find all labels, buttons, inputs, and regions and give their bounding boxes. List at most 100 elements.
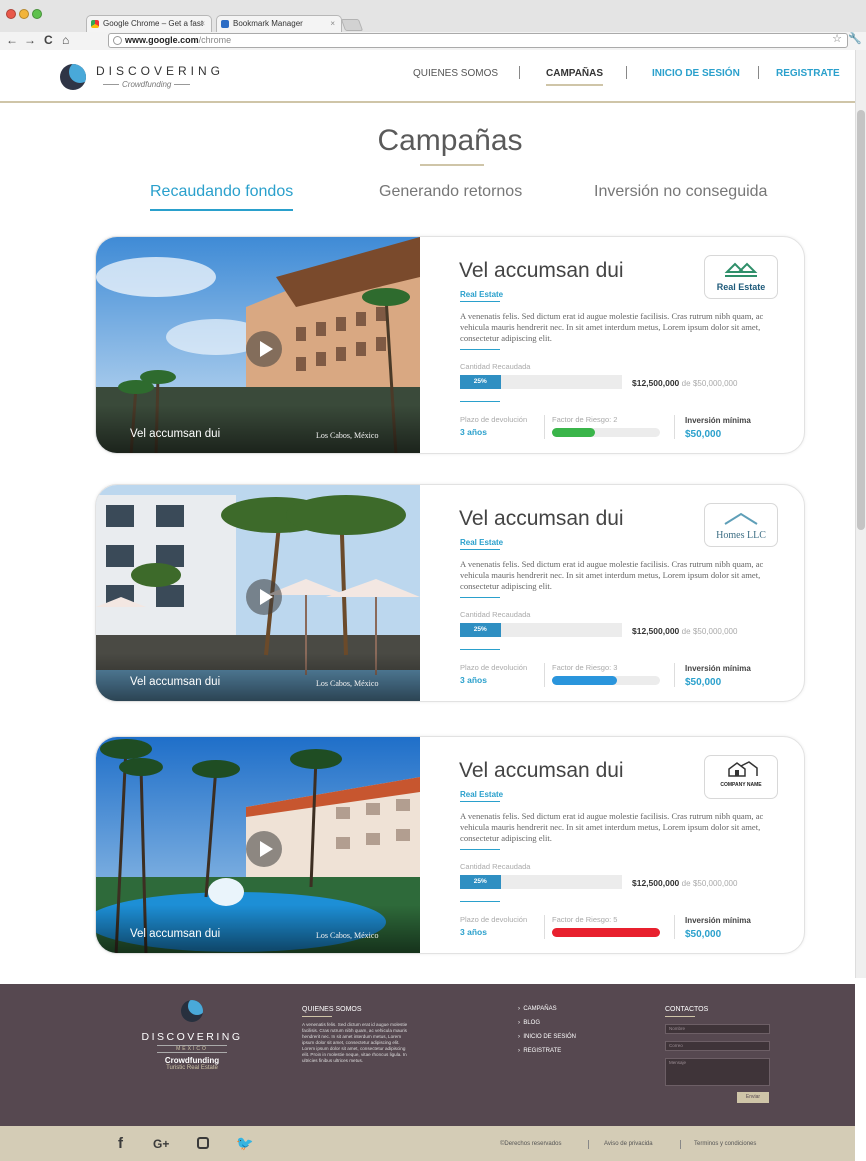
footer-link-blog[interactable]: › BLOG — [518, 1020, 540, 1026]
footer-link-login[interactable]: › INICIO DE SESIÓN — [518, 1034, 576, 1040]
bookmark-star-icon[interactable]: ☆ — [832, 32, 842, 45]
footer-link-label: REGISTRATE — [523, 1048, 562, 1054]
contact-email-field[interactable]: Correo — [665, 1041, 770, 1051]
send-button[interactable]: Enviar — [737, 1092, 769, 1103]
close-tab-icon[interactable]: × — [200, 19, 205, 28]
nav-about[interactable]: QUIENES SOMOS — [413, 68, 498, 79]
company-logo: Real Estate — [704, 255, 778, 299]
site-footer: DISCOVERING MÉXICO Crowdfunding Turistic… — [0, 984, 855, 1126]
close-window-button[interactable] — [6, 9, 16, 19]
divider — [544, 915, 545, 939]
play-video-icon[interactable] — [246, 831, 282, 867]
footer-privacy-link[interactable]: Aviso de privacida — [604, 1141, 653, 1147]
twitter-icon[interactable]: 🐦 — [236, 1135, 253, 1152]
campaign-title[interactable]: Vel accumsan dui — [459, 507, 624, 531]
min-investment-value: $50,000 — [685, 429, 722, 440]
company-logo-text: Real Estate — [716, 282, 766, 292]
risk-bar-fill — [552, 928, 660, 937]
term-value: 3 años — [460, 427, 487, 437]
campaign-category: Real Estate — [460, 538, 504, 547]
nav-register[interactable]: REGISTRATE — [776, 68, 840, 79]
campaign-image[interactable]: Vel accumsan dui Los Cabos, México — [96, 737, 420, 953]
instagram-icon[interactable] — [197, 1137, 209, 1149]
house-logo-icon — [724, 262, 758, 277]
browser-toolbar: ← → C ⌂ www.google.com/chrome ☆ 🔧 — [0, 32, 866, 50]
campaign-category: Real Estate — [460, 790, 504, 799]
wrench-menu-icon[interactable]: 🔧 — [848, 32, 862, 45]
risk-label: Factor de Riesgo: 5 — [552, 915, 618, 924]
raised-value: $12,500,000 — [632, 378, 680, 388]
footer-contact-heading: CONTACTOS — [665, 1006, 709, 1013]
roof-logo-icon — [724, 512, 758, 525]
footer-logo-icon — [181, 1000, 203, 1022]
facebook-icon[interactable]: f — [118, 1135, 123, 1152]
goal-value: $50,000,000 — [692, 379, 738, 388]
goal-value: $50,000,000 — [692, 879, 738, 888]
google-plus-icon[interactable]: G+ — [153, 1137, 169, 1151]
contact-name-field[interactable]: Nombre — [665, 1024, 770, 1034]
tab-investment-not-achieved[interactable]: Inversión no conseguida — [594, 183, 767, 201]
raised-of: de — [681, 879, 691, 888]
close-tab-icon[interactable]: × — [330, 19, 335, 28]
home-icon[interactable]: ⌂ — [62, 33, 69, 47]
footer-terms-link[interactable]: Terminos y condiciones — [694, 1141, 756, 1147]
tab-raising-funds[interactable]: Recaudando fondos — [150, 183, 294, 211]
zoom-window-button[interactable] — [32, 9, 42, 19]
nav-login[interactable]: INICIO DE SESIÓN — [652, 68, 740, 79]
footer-logo[interactable]: DISCOVERING MÉXICO Crowdfunding Turistic… — [132, 1000, 252, 1071]
category-underline — [460, 801, 500, 802]
campaign-image[interactable]: Vel accumsan dui Los Cabos, México — [96, 485, 420, 701]
raised-amount: $12,500,000 de $50,000,000 — [632, 878, 737, 888]
funding-progress-bar: 25% — [460, 875, 622, 889]
url-path: /chrome — [198, 35, 232, 45]
min-investment-label: Inversión mínima — [685, 664, 751, 673]
house-outline-logo-icon — [728, 761, 758, 777]
footer-link-campaigns[interactable]: › CAMPAÑAS — [518, 1006, 557, 1012]
new-tab-button[interactable] — [340, 19, 364, 31]
browser-tab-bookmarks[interactable]: Bookmark Manager × — [216, 15, 342, 32]
image-location: Los Cabos, México — [316, 431, 379, 440]
nav-divider — [758, 66, 759, 79]
divider — [674, 415, 675, 439]
campaign-card[interactable]: Vel accumsan dui Los Cabos, México Vel a… — [95, 736, 805, 954]
heading-underline — [665, 1016, 695, 1017]
goal-value: $50,000,000 — [692, 627, 738, 636]
contact-message-field[interactable]: Mensaje — [665, 1058, 770, 1086]
campaign-title[interactable]: Vel accumsan dui — [459, 259, 624, 283]
divider — [460, 901, 500, 902]
back-arrow-icon[interactable]: ← — [6, 33, 18, 47]
minimize-window-button[interactable] — [19, 9, 29, 19]
page-info-icon — [113, 36, 122, 45]
footer-logo-title: DISCOVERING — [141, 1031, 243, 1043]
company-logo: COMPANY NAME — [704, 755, 778, 799]
play-video-icon[interactable] — [246, 579, 282, 615]
divider — [460, 849, 500, 850]
raised-amount: $12,500,000 de $50,000,000 — [632, 378, 737, 388]
browser-tab-chrome[interactable]: Google Chrome – Get a fast × — [86, 15, 212, 32]
tab-generating-returns[interactable]: Generando retornos — [379, 183, 522, 201]
site-header: DISCOVERING Crowdfunding QUIENES SOMOS C… — [0, 50, 855, 103]
forward-arrow-icon[interactable]: → — [24, 33, 36, 47]
campaign-card[interactable]: Vel accumsan dui Los Cabos, México Vel a… — [95, 484, 805, 702]
scrollbar-thumb[interactable] — [857, 110, 865, 530]
logo-icon[interactable] — [60, 64, 86, 90]
risk-bar-fill — [552, 676, 617, 685]
risk-label: Factor de Riesgo: 2 — [552, 415, 618, 424]
footer-link-register[interactable]: › REGISTRATE — [518, 1048, 561, 1054]
divider — [544, 415, 545, 439]
page-title: Campañas — [377, 124, 523, 157]
footer-bottom-bar: f G+ 🐦 ©Derechos reservados Aviso de pri… — [0, 1126, 855, 1161]
reload-icon[interactable]: C — [44, 33, 53, 47]
campaign-title[interactable]: Vel accumsan dui — [459, 759, 624, 783]
legal-divider — [588, 1140, 589, 1149]
logo-subtitle: Crowdfunding — [100, 80, 193, 89]
campaign-card[interactable]: Vel accumsan dui Los Cabos, México Vel a… — [95, 236, 805, 454]
play-video-icon[interactable] — [246, 331, 282, 367]
nav-campaigns[interactable]: CAMPAÑAS — [546, 68, 604, 86]
title-underline — [420, 164, 484, 166]
campaign-image[interactable]: Vel accumsan dui Los Cabos, México — [96, 237, 420, 453]
address-bar[interactable]: www.google.com/chrome — [108, 33, 848, 48]
category-underline — [460, 549, 500, 550]
logo-title[interactable]: DISCOVERING — [96, 64, 224, 78]
company-logo-text: Homes LLC — [716, 530, 766, 541]
